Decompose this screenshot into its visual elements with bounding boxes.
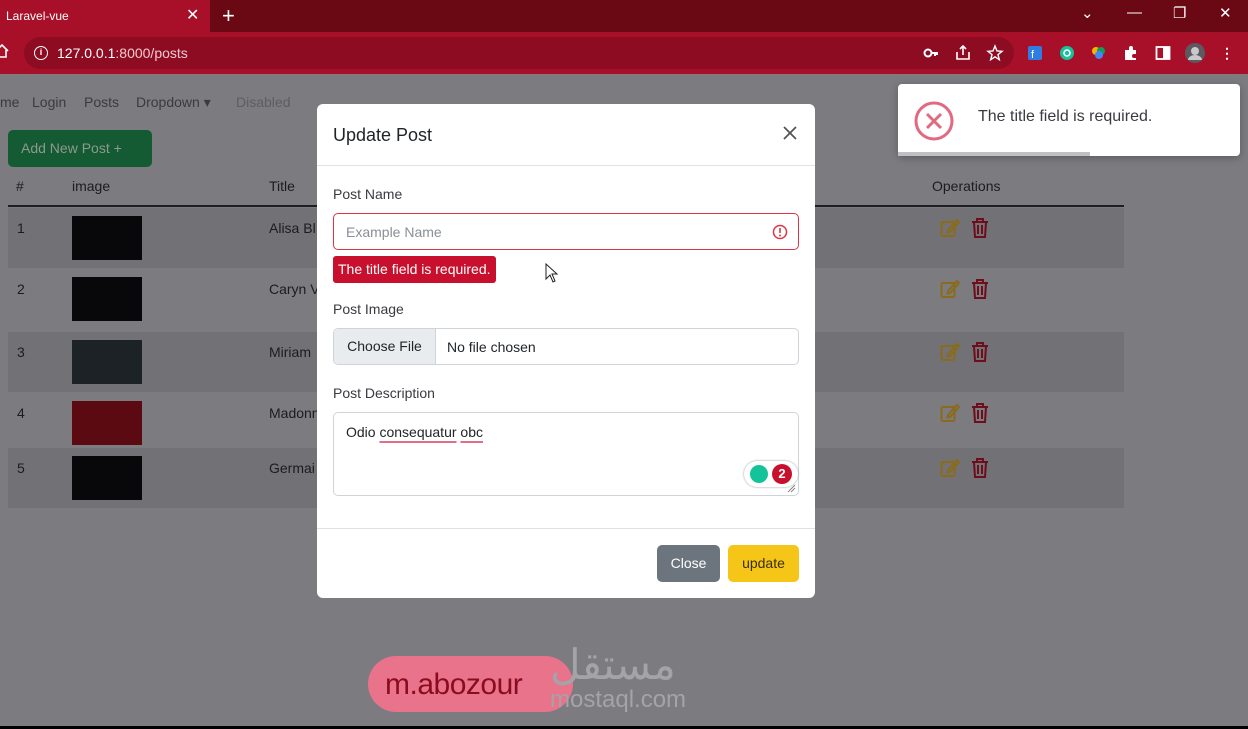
- update-post-modal: Update Post Post Name The title field is…: [317, 104, 815, 598]
- table-header-operations: Operations: [932, 178, 1001, 194]
- row-number: 1: [17, 220, 25, 236]
- table-header-image: image: [72, 178, 111, 194]
- add-new-post-button[interactable]: Add New Post +: [8, 130, 152, 167]
- grammarly-bulb-icon: [750, 465, 768, 483]
- edit-icon[interactable]: [940, 457, 960, 479]
- modal-header: Update Post: [317, 104, 815, 166]
- minimize-icon[interactable]: —: [1127, 4, 1142, 21]
- post-name-input[interactable]: [333, 213, 799, 250]
- row-title: Madonn: [269, 405, 320, 421]
- row-title: Caryn V: [269, 281, 320, 297]
- watermark-site: mostaql.com: [550, 686, 687, 713]
- edit-icon[interactable]: [940, 402, 960, 424]
- nav-item-home[interactable]: me: [0, 94, 19, 110]
- choose-file-button[interactable]: Choose File: [334, 329, 436, 364]
- url-host: 127.0.0.1: [57, 45, 116, 61]
- nav-item-disabled: Disabled: [236, 94, 291, 110]
- description-text: Odio consequatur obc: [346, 424, 483, 440]
- error-x-circle-icon: [914, 101, 954, 141]
- edit-icon[interactable]: [940, 341, 960, 363]
- nav-item-login[interactable]: Login: [32, 94, 66, 110]
- modal-footer-divider: [317, 528, 815, 529]
- post-description-textarea[interactable]: Odio consequatur obc 2: [333, 412, 799, 496]
- table-header-number: #: [16, 178, 24, 194]
- post-thumbnail: [72, 277, 142, 321]
- delete-trash-icon[interactable]: [970, 341, 990, 363]
- resize-handle-icon[interactable]: [786, 483, 796, 493]
- bookmark-star-icon[interactable]: [986, 44, 1004, 62]
- delete-trash-icon[interactable]: [970, 217, 990, 239]
- browser-menu-icon[interactable]: ⋮: [1218, 44, 1236, 62]
- post-description-label: Post Description: [333, 385, 435, 401]
- error-toast[interactable]: The title field is required.: [898, 84, 1240, 156]
- grammarly-issue-count: 2: [772, 464, 792, 484]
- update-button[interactable]: update: [728, 545, 799, 582]
- grammarly-extension-icon[interactable]: [1058, 44, 1076, 62]
- address-url[interactable]: 127.0.0.1:8000/posts: [57, 45, 188, 61]
- side-panel-icon[interactable]: [1154, 44, 1172, 62]
- post-image-label: Post Image: [333, 301, 404, 317]
- browser-tab-bar: Laravel-vue ✕ + ⌄ — ❐ ✕: [0, 0, 1248, 32]
- description-misspelled-word[interactable]: obc: [460, 424, 483, 440]
- modal-title: Update Post: [333, 125, 433, 145]
- post-thumbnail: [72, 456, 142, 500]
- table-header-title: Title: [269, 178, 295, 194]
- mouse-cursor-icon: [545, 263, 559, 283]
- post-image-file-input[interactable]: Choose File No file chosen: [333, 328, 799, 365]
- tab-search-icon[interactable]: ⌄: [1081, 4, 1094, 22]
- post-name-label: Post Name: [333, 186, 403, 202]
- modal-close-icon[interactable]: [783, 126, 797, 140]
- row-number: 5: [17, 460, 25, 476]
- edit-icon[interactable]: [940, 278, 960, 300]
- extension-fb-icon[interactable]: f: [1026, 44, 1044, 62]
- nav-item-posts[interactable]: Posts: [84, 94, 119, 110]
- tab-close-icon[interactable]: ✕: [186, 5, 199, 25]
- close-button[interactable]: Close: [657, 545, 720, 582]
- row-number: 2: [17, 281, 25, 297]
- delete-trash-icon[interactable]: [970, 402, 990, 424]
- edit-icon[interactable]: [940, 217, 960, 239]
- tab-title: Laravel-vue: [6, 9, 69, 23]
- watermark-author: m.abozour: [385, 668, 523, 701]
- browser-tab[interactable]: Laravel-vue ✕: [0, 0, 210, 32]
- share-icon[interactable]: [954, 44, 972, 62]
- password-key-icon[interactable]: [922, 44, 940, 62]
- row-number: 3: [17, 344, 25, 360]
- nav-item-dropdown[interactable]: Dropdown ▾: [136, 94, 211, 111]
- row-title: Germai: [269, 460, 315, 476]
- row-title: Alisa Bl: [269, 220, 316, 236]
- description-misspelled-word[interactable]: consequatur: [379, 424, 456, 440]
- extensions-puzzle-icon[interactable]: [1122, 44, 1140, 62]
- row-number: 4: [17, 405, 25, 421]
- post-thumbnail: [72, 340, 142, 384]
- url-path: :8000/posts: [115, 45, 188, 61]
- new-tab-icon[interactable]: +: [222, 3, 235, 29]
- description-word: Odio: [346, 424, 380, 440]
- delete-trash-icon[interactable]: [970, 457, 990, 479]
- post-thumbnail: [72, 401, 142, 445]
- post-thumbnail: [72, 216, 142, 260]
- toast-message: The title field is required.: [978, 108, 1153, 125]
- watermark-brand: مستقل: [550, 641, 676, 688]
- profile-avatar[interactable]: [1184, 42, 1206, 64]
- delete-trash-icon[interactable]: [970, 278, 990, 300]
- color-extension-icon[interactable]: [1090, 44, 1108, 62]
- row-title: Miriam: [269, 344, 311, 360]
- title-error-message: The title field is required.: [333, 256, 496, 283]
- home-icon[interactable]: [0, 43, 10, 59]
- site-info-icon[interactable]: i: [34, 46, 48, 60]
- invalid-field-icon: [772, 224, 788, 240]
- window-close-icon[interactable]: ✕: [1219, 4, 1232, 22]
- file-status-text: No file chosen: [447, 339, 536, 355]
- restore-icon[interactable]: ❐: [1173, 4, 1186, 22]
- toast-progress-bar: [898, 152, 1090, 156]
